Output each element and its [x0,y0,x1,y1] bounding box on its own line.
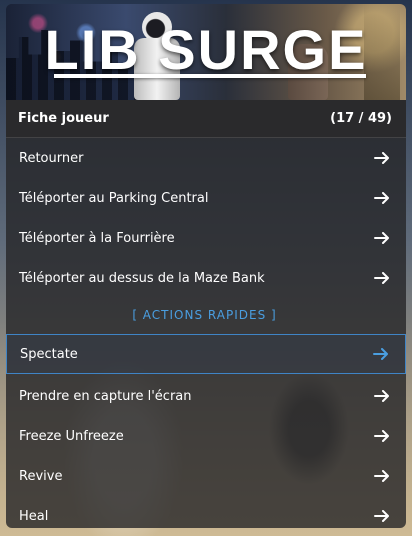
arrow-right-icon [373,348,389,360]
arrow-right-icon [374,232,390,244]
menu-item-parking-central[interactable]: Téléporter au Parking Central [6,178,406,218]
menu-item-label: Spectate [20,346,78,362]
menu-item-heal[interactable]: Heal [6,496,406,528]
menu-item-label: Téléporter à la Fourrière [19,230,175,246]
arrow-right-icon [374,192,390,204]
section-header-actions-rapides: [ ACTIONS RAPIDES ] [6,298,406,332]
menu-item-fourriere[interactable]: Téléporter à la Fourrière [6,218,406,258]
menu-items: Retourner Téléporter au Parking Central … [6,138,406,528]
menu-item-retourner[interactable]: Retourner [6,138,406,178]
page-counter: (17 / 49) [330,111,392,126]
menu-item-label: Prendre en capture l'écran [19,388,192,404]
arrow-right-icon [374,510,390,522]
arrow-right-icon [374,272,390,284]
menu-item-label: Téléporter au dessus de la Maze Bank [19,270,265,286]
menu-item-revive[interactable]: Revive [6,456,406,496]
arrow-right-icon [374,470,390,482]
menu-item-label: Téléporter au Parking Central [19,190,209,206]
menu-item-capture-ecran[interactable]: Prendre en capture l'écran [6,376,406,416]
menu-item-label: Heal [19,508,49,524]
banner-title: LIB SURGE [44,18,368,81]
menu-item-spectate[interactable]: Spectate [6,334,406,374]
menu-item-label: Freeze Unfreeze [19,428,124,444]
menu-item-label: Retourner [19,150,84,166]
player-menu: LIB SURGE Fiche joueur (17 / 49) Retourn… [6,4,406,528]
menu-title: Fiche joueur [18,111,109,126]
menu-item-maze-bank[interactable]: Téléporter au dessus de la Maze Bank [6,258,406,298]
menu-subheader: Fiche joueur (17 / 49) [6,100,406,138]
menu-banner: LIB SURGE [6,4,406,100]
banner-underline [54,74,366,78]
section-label: [ ACTIONS RAPIDES ] [132,308,277,322]
arrow-right-icon [374,430,390,442]
arrow-right-icon [374,152,390,164]
menu-item-label: Revive [19,468,63,484]
menu-item-freeze-unfreeze[interactable]: Freeze Unfreeze [6,416,406,456]
arrow-right-icon [374,390,390,402]
